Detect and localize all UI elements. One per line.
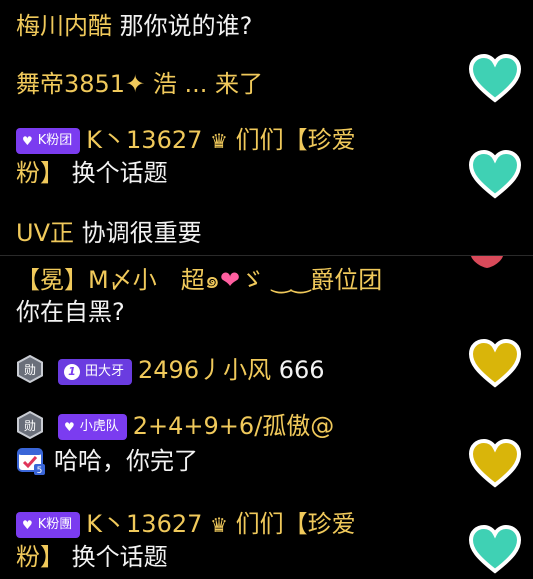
username[interactable]: 2+4+9+6/孤傲@ — [133, 412, 335, 440]
chat-message: ♥ K粉团 K丶13627 ♛ 们们【珍爱 粉】 换个话题 — [16, 124, 463, 189]
chat-message: 【冕】M〆小 超๑❤ゞ ‿‿爵位团 你在自黑? — [16, 264, 463, 328]
level-number-icon: 1 — [64, 364, 80, 380]
chat-message: 勋 1 田大牙 2496丿小风 666 — [16, 354, 463, 386]
username-suffix: 们们【珍爱 — [235, 510, 356, 538]
username[interactable]: 2496丿小风 — [138, 356, 271, 384]
heart-like-icon[interactable] — [467, 52, 523, 104]
chat-message: 舞帝3851✦ 浩 ... 来了 — [16, 68, 463, 100]
username[interactable]: UV正 — [16, 219, 74, 247]
username-suffix-line2: 粉】 — [16, 543, 64, 571]
calendar-check-icon: 5 — [17, 448, 45, 475]
heart-like-icon[interactable] — [467, 437, 523, 489]
message-text: 你在自黑? — [16, 298, 125, 326]
chat-message: 勋 ♥ 小虎队 2+4+9+6/孤傲@ 5 哈哈，你完了 — [16, 410, 463, 480]
level-hexagon-icon: 勋 — [17, 355, 43, 383]
heart-like-icon[interactable] — [467, 523, 523, 575]
badge-label: K粉团 — [37, 133, 73, 148]
heart-icon: ♥ — [64, 420, 75, 434]
crown-icon: ♛ — [210, 513, 228, 537]
message-text: 浩 ... 来了 — [152, 70, 263, 98]
heart-like-icon-partial[interactable] — [467, 256, 507, 268]
fan-club-badge[interactable]: ♥ K粉團 — [16, 512, 81, 538]
message-text: 666 — [278, 356, 325, 384]
badge-label: 小虎队 — [79, 419, 119, 434]
message-text: 换个话题 — [71, 159, 168, 187]
chat-message: UV正 协调很重要 — [16, 217, 463, 249]
username-tail: ゞ ‿‿爵位团 — [240, 266, 383, 294]
heart-emoji-icon: ❤ — [219, 266, 241, 294]
badge-label: K粉團 — [37, 517, 73, 532]
svg-text:5: 5 — [37, 466, 43, 475]
divider — [0, 255, 533, 256]
username[interactable]: 梅川内酷 — [16, 12, 112, 40]
svg-text:勋: 勋 — [24, 419, 36, 433]
level-hexagon-icon: 勋 — [17, 411, 43, 439]
username[interactable]: 舞帝3851 — [16, 70, 125, 98]
heart-icon: ♥ — [22, 134, 33, 148]
fan-club-badge[interactable]: ♥ K粉团 — [16, 128, 81, 154]
message-text: 哈哈，你完了 — [54, 447, 198, 475]
heart-like-icon[interactable] — [467, 148, 523, 200]
chat-message: 梅川内酷 那你说的谁? — [16, 10, 463, 42]
message-text: 那你说的谁? — [119, 12, 253, 40]
username[interactable]: K丶13627 — [86, 510, 202, 538]
heart-like-icon[interactable] — [467, 337, 523, 389]
sparkle-icon: ✦ — [125, 70, 146, 98]
crown-icon: ♛ — [210, 129, 228, 153]
message-text: 协调很重要 — [81, 219, 202, 247]
username[interactable]: 【冕】M〆小 超๑ — [16, 266, 220, 294]
fan-club-badge[interactable]: 1 田大牙 — [58, 359, 133, 385]
svg-text:勋: 勋 — [24, 363, 36, 377]
fan-club-badge[interactable]: ♥ 小虎队 — [58, 414, 127, 440]
username-suffix: 们们【珍爱 — [235, 126, 356, 154]
username[interactable]: K丶13627 — [86, 126, 202, 154]
username-suffix-line2: 粉】 — [16, 159, 64, 187]
badge-label: 田大牙 — [85, 364, 125, 379]
chat-message: ♥ K粉團 K丶13627 ♛ 们们【珍爱 粉】 换个话题 — [16, 508, 463, 573]
heart-icon: ♥ — [22, 518, 33, 532]
message-text: 换个话题 — [71, 543, 168, 571]
